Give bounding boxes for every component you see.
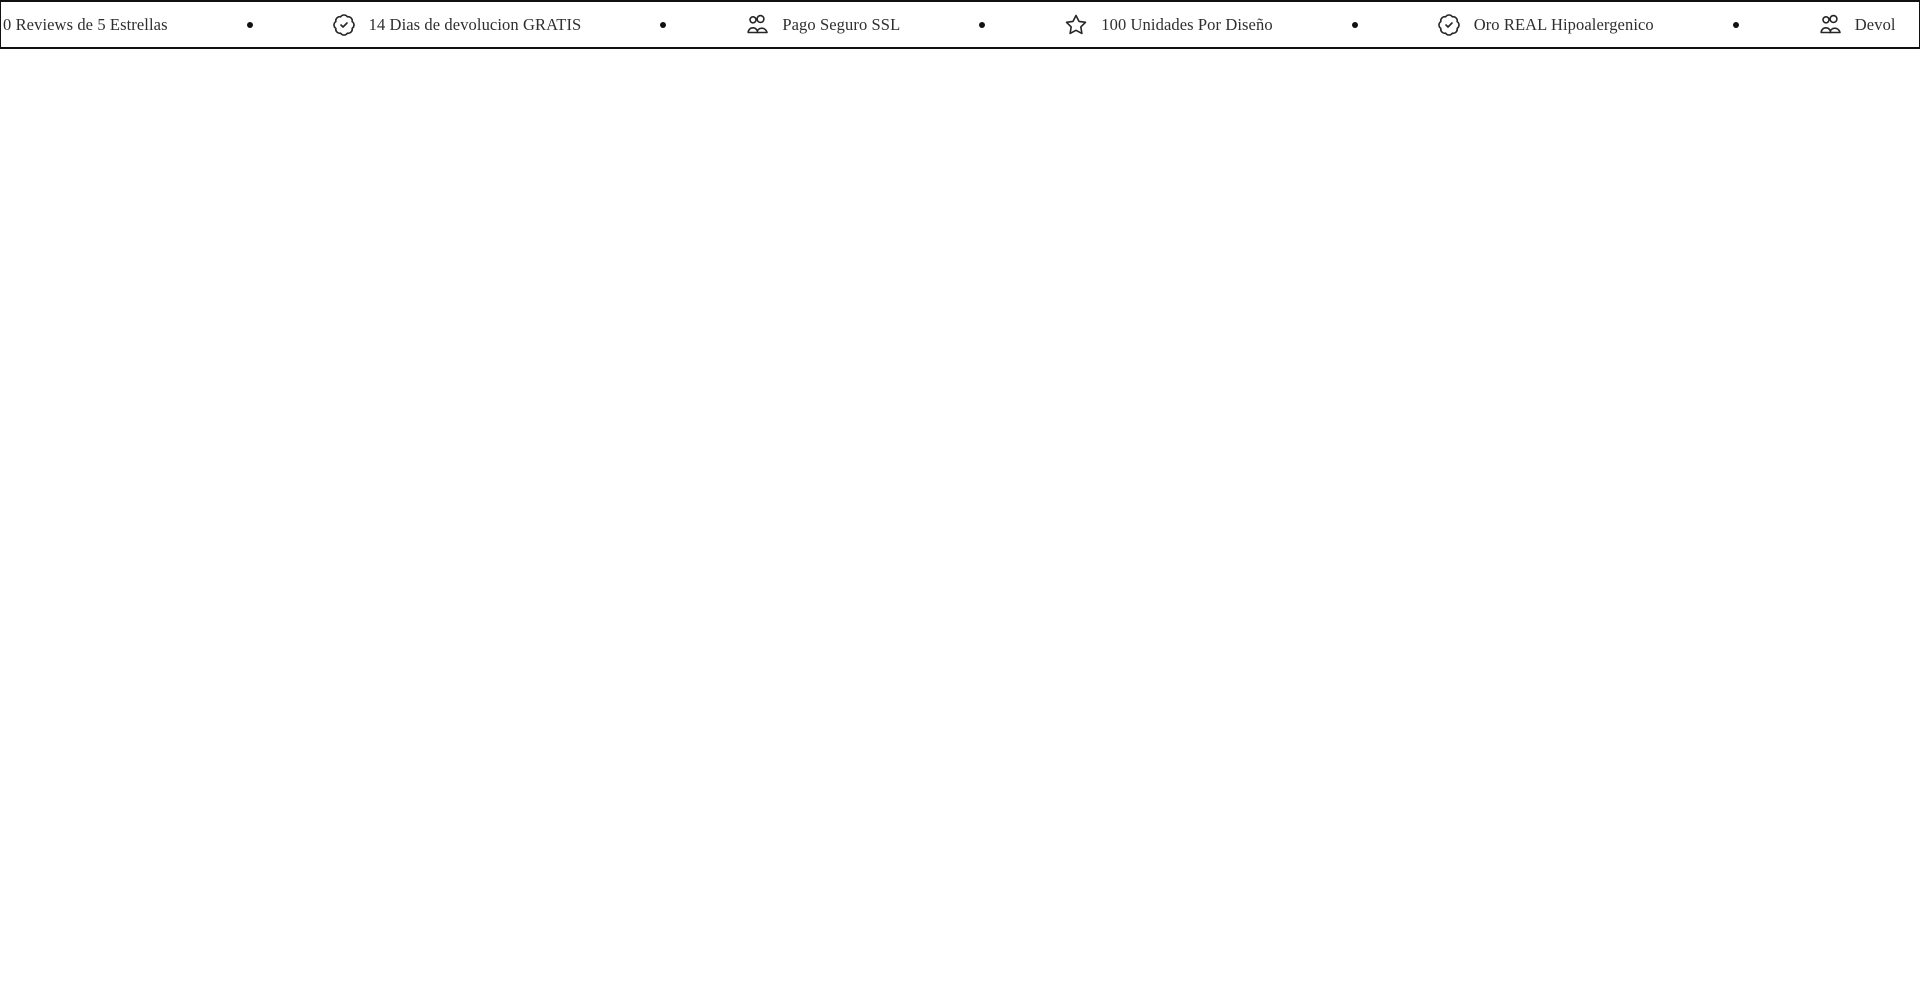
marquee-item-label: Oro REAL Hipoalergenico — [1473, 14, 1654, 34]
bullet-separator — [660, 21, 667, 28]
page: 0 Reviews de 5 Estrellas 14 Dias de devo… — [0, 0, 1920, 993]
marquee-item-label: 0 Reviews de 5 Estrellas — [3, 14, 168, 34]
badge-check-icon — [1437, 13, 1461, 37]
marquee-item-label: Devol — [1854, 14, 1896, 34]
bullet-separator — [1732, 21, 1739, 28]
bullet-separator — [979, 21, 986, 28]
bullet-separator — [1351, 21, 1358, 28]
marquee-item-reviews: 0 Reviews de 5 Estrellas — [3, 15, 168, 35]
marquee-item-label: 14 Dias de devolucion GRATIS — [368, 14, 582, 34]
marquee-item-unidades: 100 Unidades Por Diseño — [1064, 13, 1273, 37]
marquee-item-oro-real: Oro REAL Hipoalergenico — [1437, 13, 1654, 37]
users-icon — [745, 13, 769, 37]
bullet-separator — [246, 21, 253, 28]
marquee-item-pago-seguro: Pago Seguro SSL — [745, 13, 900, 37]
marquee-item-devolucion-gratis: 14 Dias de devolucion GRATIS — [332, 13, 582, 37]
star-icon — [1064, 13, 1088, 37]
badge-check-icon — [332, 13, 356, 37]
marquee-item-label: 100 Unidades Por Diseño — [1101, 14, 1273, 34]
page-body-blank — [0, 49, 1920, 993]
marquee-item-devolucion: Devol — [1818, 13, 1896, 37]
users-icon — [1818, 13, 1842, 37]
marquee-item-label: Pago Seguro SSL — [782, 14, 901, 34]
marquee-track: 0 Reviews de 5 Estrellas 14 Dias de devo… — [1, 13, 1896, 37]
announcement-bar: 0 Reviews de 5 Estrellas 14 Dias de devo… — [0, 0, 1920, 49]
